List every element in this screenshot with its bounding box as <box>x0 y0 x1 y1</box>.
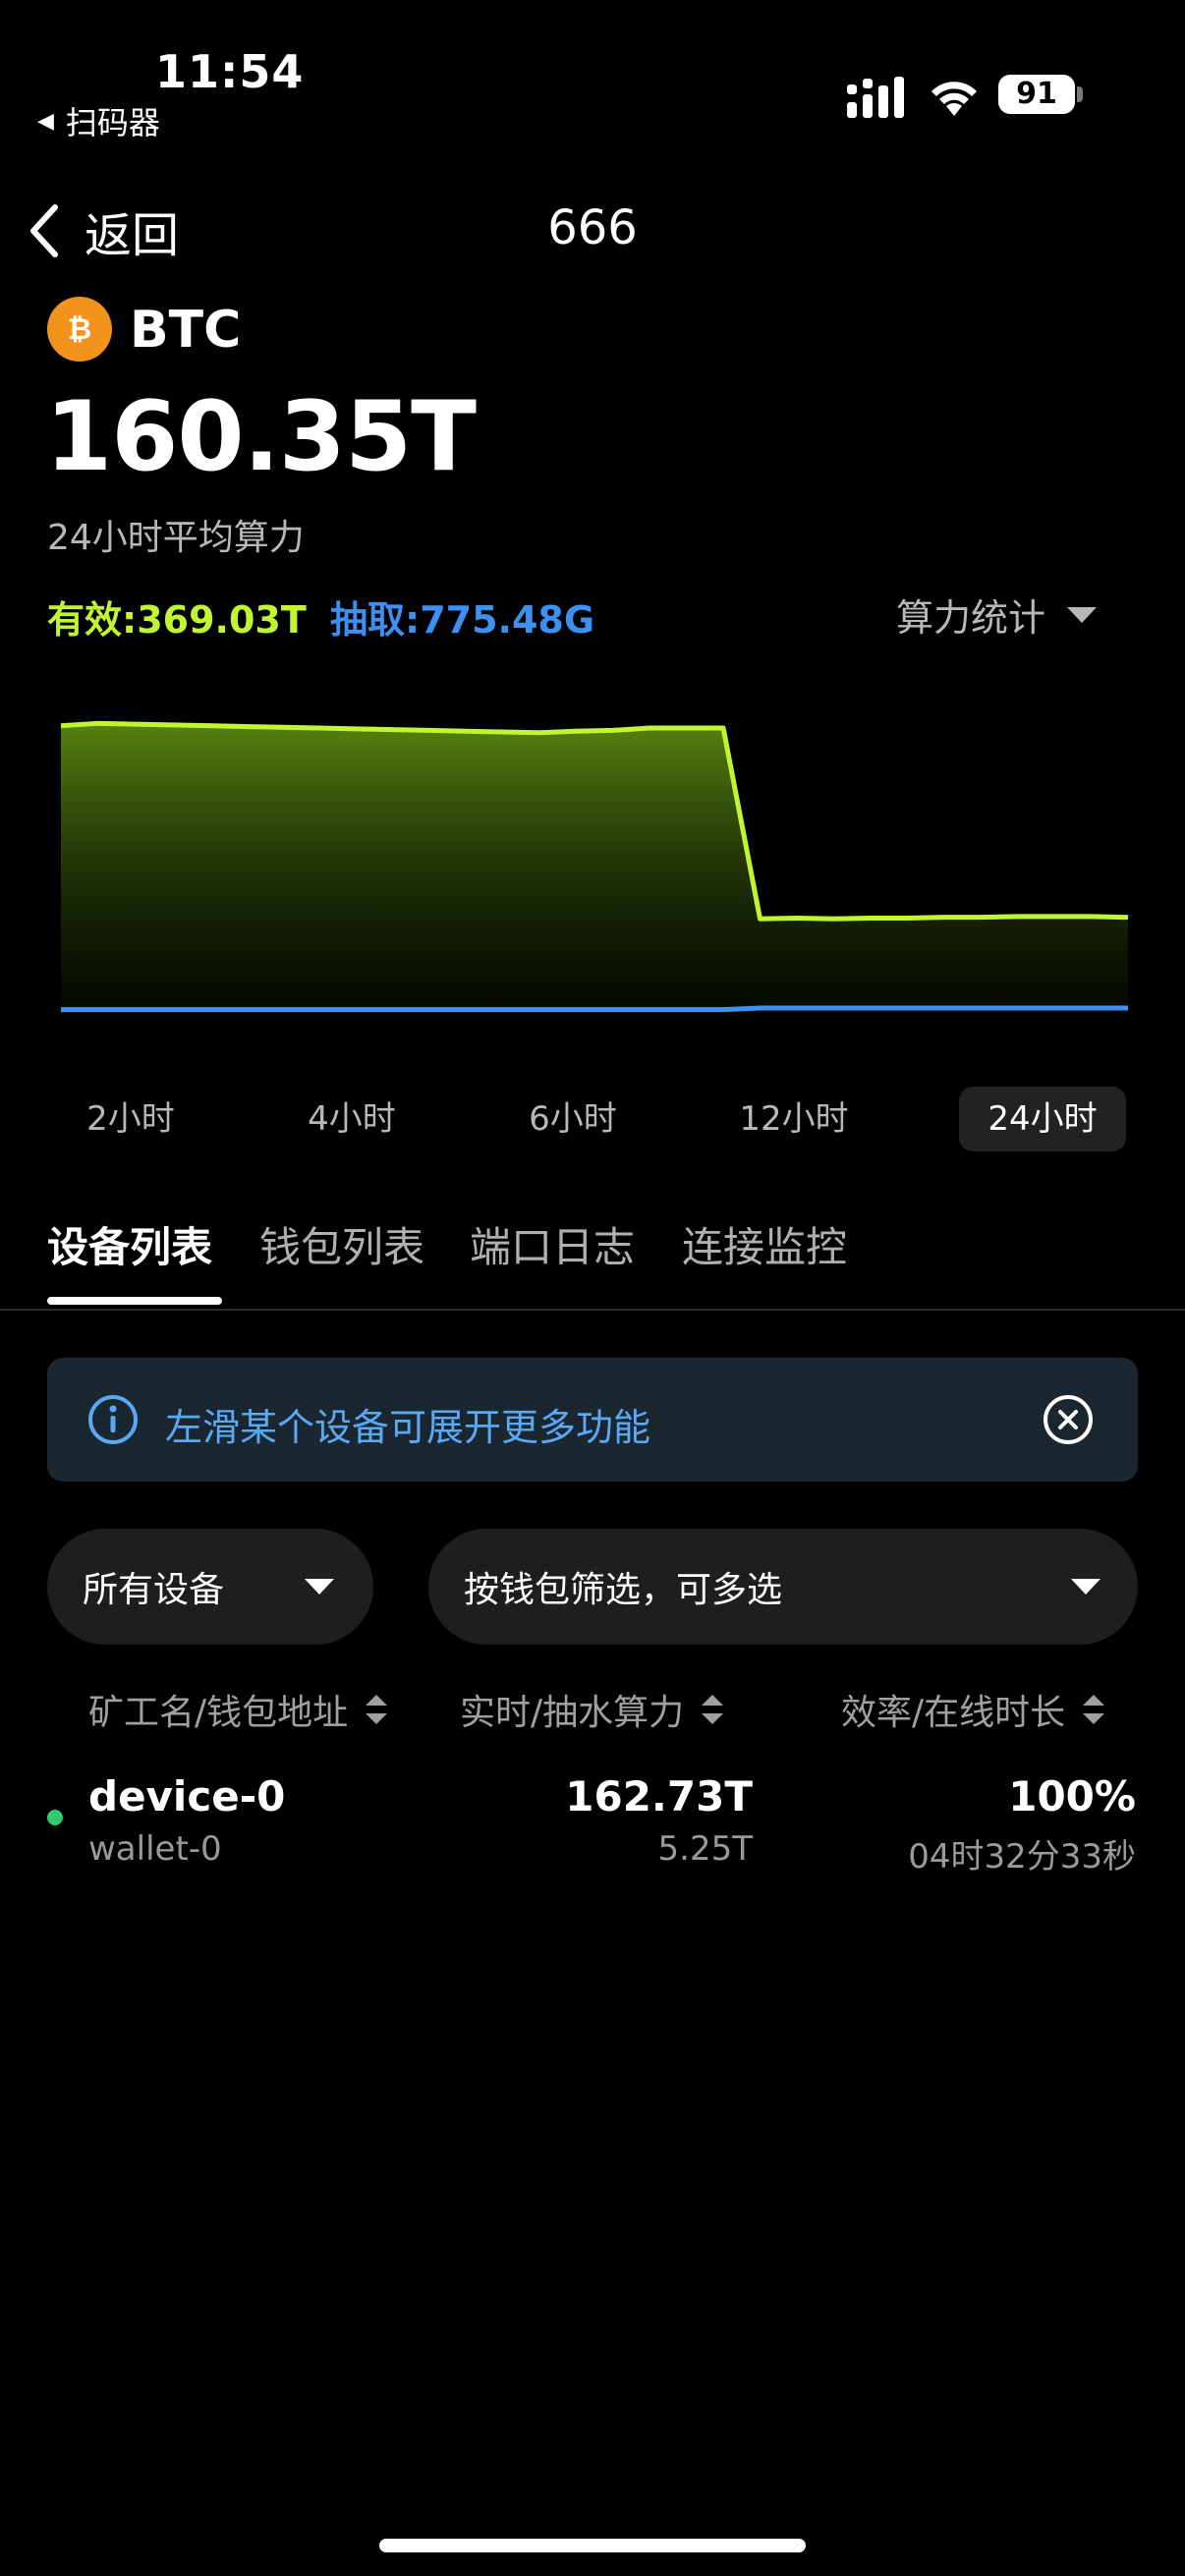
back-triangle-icon: ◀ <box>37 108 54 134</box>
device-efficiency: 100% <box>1008 1772 1136 1820</box>
bitcoin-icon: ₿ <box>47 297 112 362</box>
battery-level: 91 <box>1016 77 1057 111</box>
device-wallet: wallet-0 <box>88 1829 222 1869</box>
back-to-app-link[interactable]: ◀ 扫码器 <box>37 98 160 143</box>
svg-text:₿: ₿ <box>68 312 91 347</box>
cellular-signal-icon <box>847 77 904 118</box>
sort-icon <box>366 1695 388 1724</box>
range-option[interactable]: 6小时 <box>489 1087 656 1151</box>
tab-item[interactable]: 连接监控 <box>682 1214 847 1274</box>
header-miner-wallet[interactable]: 矿工名/钱包地址 <box>88 1684 388 1735</box>
device-filter-label: 所有设备 <box>83 1570 225 1610</box>
tab-item[interactable]: 设备列表 <box>47 1214 212 1274</box>
valid-hashrate: 有效:369.03T <box>47 598 307 642</box>
average-hashrate: 160.35T <box>45 381 477 493</box>
sort-icon <box>1083 1695 1105 1724</box>
tab-active-underline <box>47 1297 222 1305</box>
sort-icon <box>702 1695 724 1724</box>
extract-line <box>61 1005 1128 1013</box>
hashrate-chart <box>60 720 1129 1013</box>
tab-item[interactable]: 端口日志 <box>470 1214 635 1274</box>
header-realtime-pump[interactable]: 实时/抽水算力 <box>460 1684 724 1735</box>
stats-dropdown-label: 算力统计 <box>896 596 1046 640</box>
tab-item[interactable]: 钱包列表 <box>259 1214 424 1274</box>
wallet-filter-dropdown[interactable]: 按钱包筛选，可多选 <box>428 1529 1138 1645</box>
stats-dropdown[interactable]: 算力统计 <box>896 588 1098 642</box>
wallet-filter-label: 按钱包筛选，可多选 <box>464 1570 783 1610</box>
device-name[interactable]: device-0 <box>88 1772 285 1820</box>
header-miner-wallet-label: 矿工名/钱包地址 <box>88 1693 349 1733</box>
hashrate-label: 24小时平均算力 <box>47 518 305 558</box>
device-filter-dropdown[interactable]: 所有设备 <box>47 1529 373 1645</box>
battery-icon: 91 <box>998 73 1083 116</box>
banner-text: 左滑某个设备可展开更多功能 <box>165 1406 651 1449</box>
caret-down-icon <box>1071 1579 1100 1595</box>
close-icon[interactable] <box>1042 1393 1095 1446</box>
header-realtime-pump-label: 实时/抽水算力 <box>460 1693 685 1733</box>
range-option[interactable]: 2小时 <box>47 1087 214 1151</box>
coin-name: BTC <box>130 301 242 360</box>
range-option[interactable]: 12小时 <box>710 1087 877 1151</box>
range-option[interactable]: 24小时 <box>959 1087 1126 1151</box>
online-status-dot <box>47 1810 63 1825</box>
device-pump-hashrate: 5.25T <box>657 1829 753 1869</box>
range-option[interactable]: 4小时 <box>268 1087 435 1151</box>
device-realtime-hashrate: 162.73T <box>565 1772 753 1820</box>
header-efficiency-online[interactable]: 效率/在线时长 <box>841 1684 1105 1735</box>
extract-hashrate: 抽取:775.48G <box>330 598 595 642</box>
valid-area <box>61 723 1128 1012</box>
home-indicator[interactable] <box>379 2539 806 2552</box>
device-online-duration: 04时32分33秒 <box>908 1837 1136 1876</box>
back-app-label: 扫码器 <box>65 104 160 141</box>
header-efficiency-online-label: 效率/在线时长 <box>841 1693 1066 1733</box>
tabs-divider <box>0 1309 1185 1311</box>
status-time: 11:54 <box>155 45 305 98</box>
caret-down-icon <box>1067 606 1098 623</box>
caret-down-icon <box>305 1579 334 1595</box>
info-icon <box>88 1395 138 1444</box>
page-title: 666 <box>547 200 638 255</box>
wifi-icon <box>931 82 977 116</box>
